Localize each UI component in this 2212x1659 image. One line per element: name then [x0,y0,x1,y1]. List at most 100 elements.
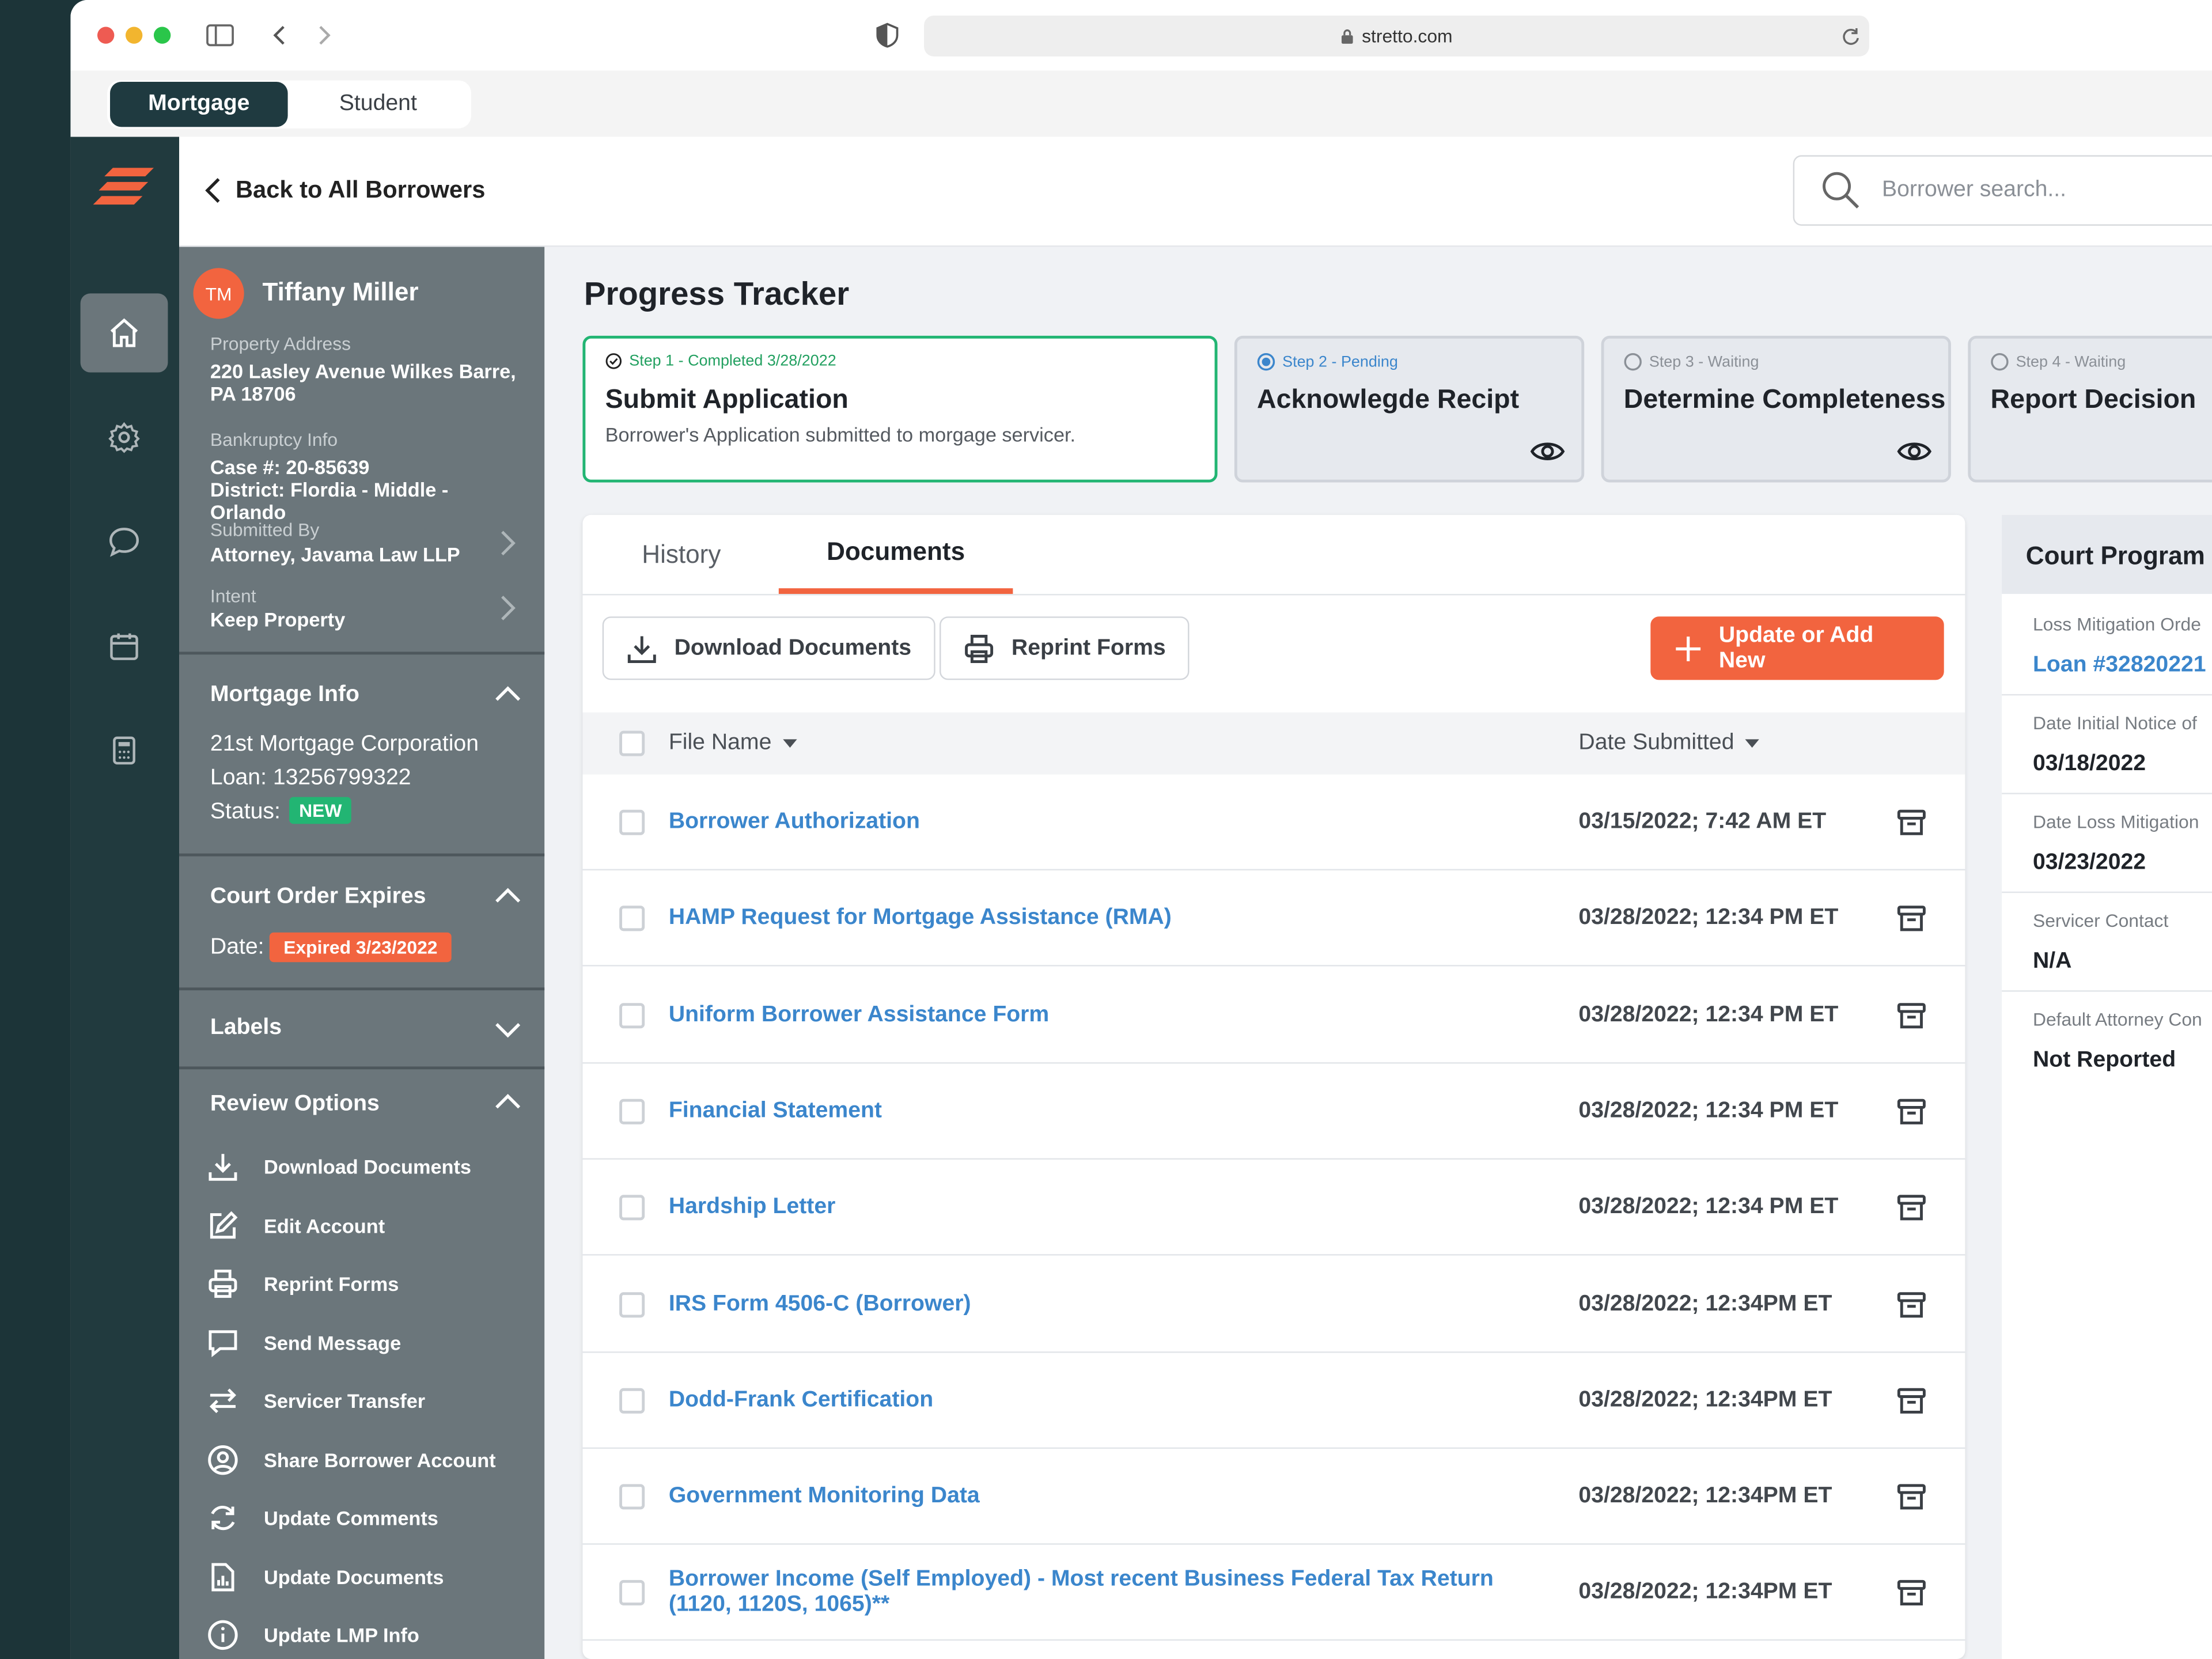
borrower-search[interactable]: Borrower search... [1793,155,2212,226]
tab-documents[interactable]: Documents [778,515,1013,594]
page-header: Back to All Borrowers Borrower search... [179,137,2212,247]
step-4-card[interactable]: Step 4 - Waiting Report Decision [1968,335,2212,483]
row-checkbox[interactable] [619,1580,645,1606]
property-line2: PA 18706 [210,382,296,405]
table-row: Dodd-Frank Certification 03/28/2022; 12:3… [582,1353,1965,1449]
borrower-name: Tiffany Miller [262,278,419,306]
calculator-icon [113,736,135,765]
labels-section[interactable]: Labels [179,987,545,1066]
radio-empty-icon [1991,353,2009,371]
edit-icon [210,1211,238,1239]
step-1-card[interactable]: Step 1 - Completed 3/28/2022 Submit Appl… [582,335,1218,483]
address-bar[interactable]: stretto.com [924,15,1869,56]
review-download-documents[interactable]: Download Documents [207,1151,471,1182]
court-order-title: Court Order Expires [210,884,426,909]
row-checkbox[interactable] [619,1291,645,1317]
row-checkbox[interactable] [619,1484,645,1510]
documents-table-header: File Name Date Submitted [582,712,1965,775]
gear-icon [108,422,140,453]
archive-icon[interactable] [1896,1289,1927,1320]
date-submitted-column-header[interactable]: Date Submitted [1578,731,1760,756]
browser-forward-icon[interactable] [310,20,339,51]
table-row: HAMP Request for Mortgage Assistance (RM… [582,871,1965,967]
reprint-forms-button[interactable]: Reprint Forms [940,616,1190,680]
step-3-card[interactable]: Step 3 - Waiting Determine Completeness [1601,335,1951,483]
tab-mortgage[interactable]: Mortgage [110,82,288,127]
chevron-up-icon[interactable] [494,1093,522,1110]
documents-card: History Documents Download Documents Rep… [582,514,1965,1659]
nav-calendar[interactable] [81,607,168,685]
minimize-window-button[interactable] [125,26,143,44]
review-update-documents[interactable]: Update Documents [207,1562,444,1593]
row-checkbox[interactable] [619,809,645,835]
back-to-borrowers-link[interactable]: Back to All Borrowers [204,176,485,204]
step-1-description: Borrower's Application submitted to morg… [605,423,1076,446]
archive-icon[interactable] [1896,1096,1927,1127]
eye-icon[interactable] [1529,439,1566,464]
labels-title: Labels [210,1016,282,1040]
nav-settings[interactable] [81,398,168,477]
update-or-add-new-button[interactable]: Update or Add New [1650,616,1944,680]
file-name-link[interactable]: IRS Form 4506-C (Borrower) [669,1291,1551,1317]
file-name-link[interactable]: Borrower Income (Self Employed) - Most r… [669,1568,1551,1619]
nav-home[interactable] [80,293,168,373]
step-2-card[interactable]: Step 2 - Pending Acknowlegde Recipt [1234,335,1585,483]
archive-icon[interactable] [1896,999,1927,1031]
file-name-link[interactable]: Borrower Authorization [669,810,1551,835]
court-field-label: Date Loss Mitigation [2032,811,2199,832]
review-update-lmp-info[interactable]: Update LMP Info [207,1619,419,1650]
file-name-link[interactable]: HAMP Request for Mortgage Assistance (RM… [669,906,1551,931]
file-name-column-header[interactable]: File Name [669,731,797,756]
row-checkbox[interactable] [619,1195,645,1221]
step-4-tag: Step 4 - Waiting [2016,353,2126,370]
maximize-window-button[interactable] [153,26,171,44]
nav-calculator[interactable] [81,711,168,790]
row-checkbox[interactable] [619,1388,645,1414]
row-checkbox[interactable] [619,906,645,932]
review-reprint-forms[interactable]: Reprint Forms [207,1268,399,1300]
archive-icon[interactable] [1896,903,1927,934]
archive-icon[interactable] [1896,1578,1927,1609]
chevron-down-icon[interactable] [494,1021,522,1038]
review-share-borrower-account[interactable]: Share Borrower Account [207,1445,496,1476]
court-date-label: Date: [210,935,264,960]
tab-student[interactable]: Student [289,82,467,127]
tab-history[interactable]: History [611,515,752,594]
sidebar-toggle-icon[interactable] [203,20,237,51]
court-loan-link[interactable]: Loan #32820221 [2033,653,2206,679]
file-name-link[interactable]: Hardship Letter [669,1195,1551,1221]
browser-back-icon[interactable] [265,20,293,51]
archive-icon[interactable] [1896,1385,1927,1416]
table-row: Uniform Borrower Assistance Form 03/28/20… [582,967,1965,1063]
chevron-right-icon[interactable] [499,594,516,622]
archive-icon[interactable] [1896,1192,1927,1224]
archive-icon[interactable] [1896,807,1927,838]
file-name-link[interactable]: Financial Statement [669,1099,1551,1124]
url-text: stretto.com [1362,25,1453,47]
chevron-up-icon[interactable] [494,685,522,702]
review-update-comments[interactable]: Update Comments [207,1502,438,1533]
submitted-by: Attorney, Javama Law LLP [210,543,460,566]
file-name-link[interactable]: Government Monitoring Data [669,1484,1551,1510]
eye-icon[interactable] [1896,439,1933,464]
chevron-up-icon[interactable] [494,887,522,904]
date-submitted: 03/28/2022; 12:34PM ET [1578,1580,1832,1605]
mortgage-company: 21st Mortgage Corporation [210,732,479,756]
court-program-title: Court Program [2025,541,2205,570]
download-documents-button[interactable]: Download Documents [602,616,935,680]
review-send-message[interactable]: Send Message [207,1327,401,1358]
close-window-button[interactable] [97,26,115,44]
row-checkbox[interactable] [619,1002,645,1028]
row-checkbox[interactable] [619,1099,645,1124]
review-edit-account[interactable]: Edit Account [207,1210,385,1241]
reload-icon[interactable] [1841,26,1861,46]
stretto-logo[interactable] [90,162,158,210]
file-name-link[interactable]: Dodd-Frank Certification [669,1388,1551,1413]
select-all-checkbox[interactable] [619,730,645,756]
review-servicer-transfer[interactable]: Servicer Transfer [207,1385,425,1416]
nav-messages[interactable] [81,502,168,581]
archive-icon[interactable] [1896,1482,1927,1513]
chevron-right-icon[interactable] [499,529,516,557]
search-placeholder[interactable]: Borrower search... [1882,178,2066,203]
file-name-link[interactable]: Uniform Borrower Assistance Form [669,1002,1551,1028]
